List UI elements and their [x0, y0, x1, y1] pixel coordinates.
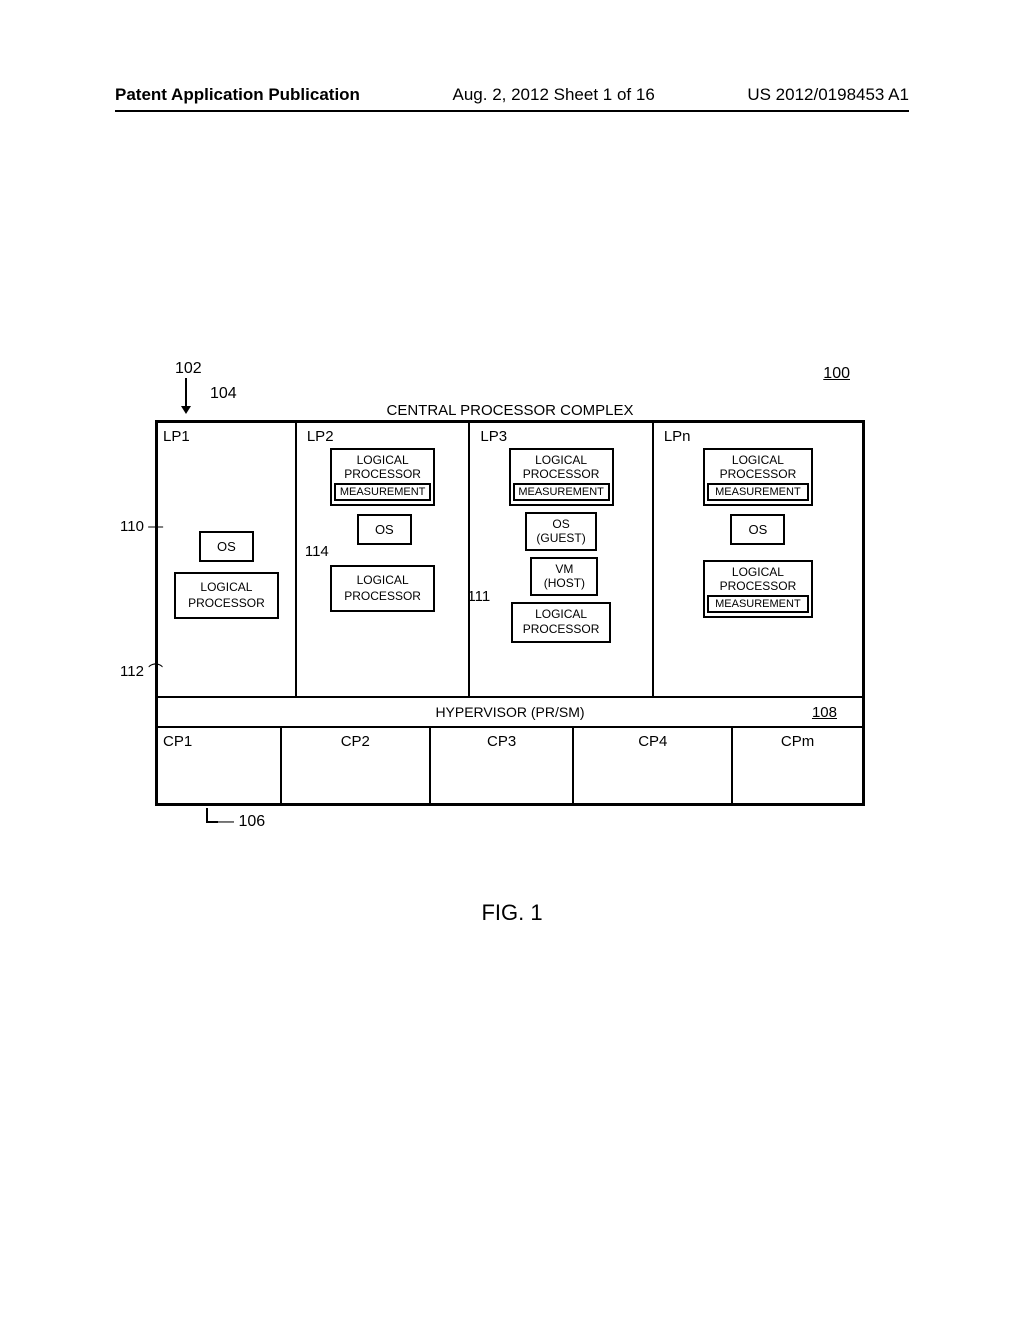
lpn-logical-processor-bottom: LOGICAL PROCESSOR MEASUREMENT	[703, 560, 813, 618]
cp2: CP2	[282, 728, 431, 803]
lpn-cell: LPn LOGICAL PROCESSOR MEASUREMENT OS LOG…	[654, 423, 862, 696]
ref-108: 108	[812, 704, 837, 721]
ref-110: 110 —	[120, 518, 163, 535]
measurement-box: MEASUREMENT	[513, 483, 610, 501]
header-left: Patent Application Publication	[115, 85, 360, 105]
cp3: CP3	[431, 728, 575, 803]
lpn-os: OS	[730, 514, 785, 545]
ref-114: 114	[305, 543, 329, 560]
lp3-label: LP3	[480, 428, 646, 445]
page-header: Patent Application Publication Aug. 2, 2…	[0, 85, 1024, 105]
hypervisor-label: HYPERVISOR (PR/SM)	[158, 704, 862, 720]
lp2-cell: LP2 LOGICAL PROCESSOR MEASUREMENT 114 OS…	[297, 423, 471, 696]
lp2-label: LP2	[307, 428, 464, 445]
ref-112: 112 ⌒	[120, 660, 163, 681]
measurement-box: MEASUREMENT	[707, 483, 809, 501]
header-center: Aug. 2, 2012 Sheet 1 of 16	[453, 85, 655, 105]
logical-processor-text: LOGICAL PROCESSOR	[720, 565, 797, 593]
lp2-logical-processor-bottom: LOGICAL PROCESSOR	[330, 565, 435, 612]
lp2-os: OS	[357, 514, 412, 545]
ref-106-hook	[206, 808, 218, 823]
logical-processor-text: LOGICAL PROCESSOR	[188, 580, 265, 610]
header-divider	[115, 110, 909, 112]
lp1-os: OS	[199, 531, 254, 562]
figure-label: FIG. 1	[0, 900, 1024, 926]
lp2-logical-processor-top: LOGICAL PROCESSOR MEASUREMENT	[330, 448, 435, 506]
lp3-vm-host: VM (HOST)	[530, 557, 598, 596]
logical-processor-text: LOGICAL PROCESSOR	[720, 453, 797, 481]
lp3-os-guest: OS (GUEST)	[525, 512, 597, 551]
cpm: CPm	[733, 728, 862, 803]
measurement-box: MEASUREMENT	[334, 483, 431, 501]
lpn-label: LPn	[664, 428, 857, 445]
logical-processor-text: LOGICAL PROCESSOR	[344, 573, 421, 603]
header-right: US 2012/0198453 A1	[747, 85, 909, 105]
cp-row: CP1 CP2 CP3 CP4 CPm	[158, 728, 862, 803]
lp1-logical-processor: LOGICAL PROCESSOR	[174, 572, 279, 619]
logical-processor-text: LOGICAL PROCESSOR	[523, 607, 600, 637]
ref-102: 102	[175, 360, 202, 378]
ref-100: 100	[823, 365, 850, 383]
lp1-label: LP1	[163, 428, 290, 445]
title-cpc: CENTRAL PROCESSOR COMPLEX	[155, 402, 865, 419]
lp3-logical-processor-top: LOGICAL PROCESSOR MEASUREMENT	[509, 448, 614, 506]
lp-row: LP1 110 — OS LOGICAL PROCESSOR 112 ⌒ LP2…	[158, 423, 862, 698]
ref-111: 111	[467, 588, 490, 605]
lp3-cell: LP3 LOGICAL PROCESSOR MEASUREMENT OS (GU…	[470, 423, 653, 696]
logical-processor-text: LOGICAL PROCESSOR	[523, 453, 600, 481]
ref-106: — 106	[218, 813, 265, 831]
cp1: CP1	[158, 728, 282, 803]
lp1-cell: LP1 110 — OS LOGICAL PROCESSOR 112 ⌒	[158, 423, 297, 696]
hypervisor-row: HYPERVISOR (PR/SM) 108	[158, 698, 862, 728]
cp4: CP4	[574, 728, 733, 803]
lpn-logical-processor-top: LOGICAL PROCESSOR MEASUREMENT	[703, 448, 813, 506]
ref-104: 104	[210, 385, 237, 403]
logical-processor-text: LOGICAL PROCESSOR	[344, 453, 421, 481]
measurement-box: MEASUREMENT	[707, 595, 809, 613]
lp3-logical-processor-bottom: LOGICAL PROCESSOR	[511, 602, 611, 643]
main-box: LP1 110 — OS LOGICAL PROCESSOR 112 ⌒ LP2…	[155, 420, 865, 806]
